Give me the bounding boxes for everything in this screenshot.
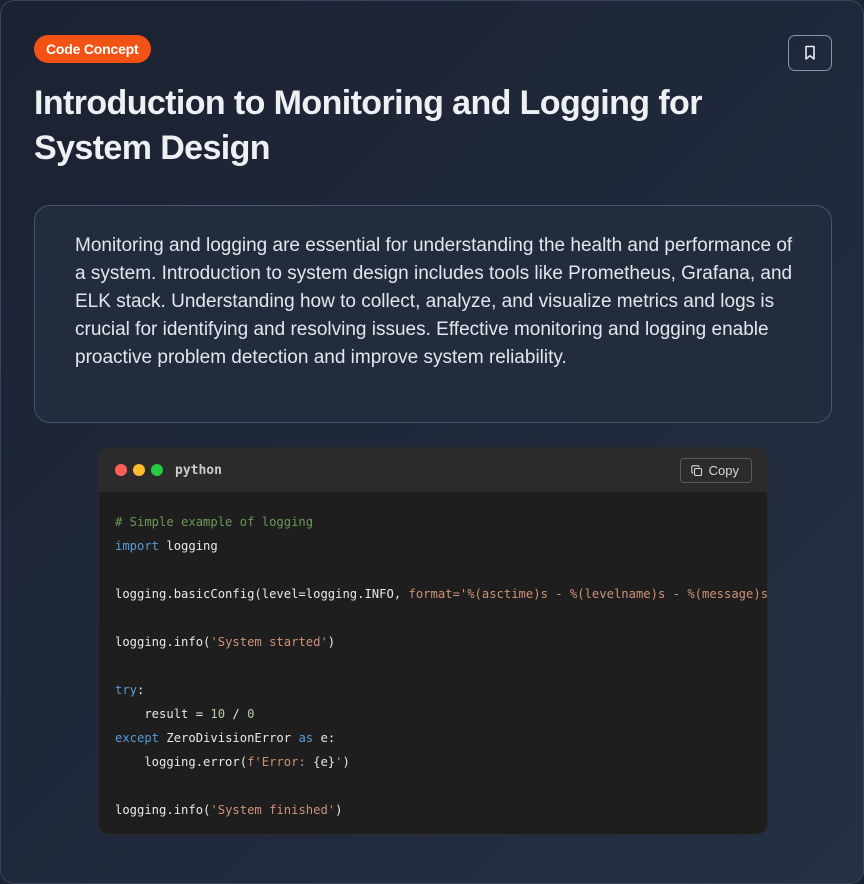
code-token: except [115,731,160,745]
concept-card: Code Concept Introduction to Monitoring … [0,0,864,884]
code-token: 'System started' [210,635,328,649]
code-token: / [225,707,248,721]
code-token: logging.basicConfig(level=logging.INFO, [115,587,409,601]
code-token: e: [313,731,336,745]
code-token: : [137,683,145,697]
code-token: logging.info( [115,635,211,649]
code-line: result = 10 / 0 [115,702,751,726]
code-line: except ZeroDivisionError as e: [115,726,751,750]
code-line: import logging [115,534,751,558]
code-line: logging.basicConfig(level=logging.INFO, … [115,582,767,606]
code-header: python Copy [99,448,767,492]
code-token: import [115,539,160,553]
code-token: logging.error( [115,755,248,769]
code-token: ZeroDivisionError [159,731,299,745]
code-line: logging.info('System started') [115,630,751,654]
code-token: {e} [313,755,336,769]
page-title: Introduction to Monitoring and Logging f… [34,84,702,167]
code-line: logging.error(f'Error: {e}') [115,750,751,774]
code-token: ) [327,635,336,649]
bookmark-button[interactable] [788,35,832,71]
code-block: python Copy # Simple example of logging i… [98,447,768,835]
copy-button-label: Copy [708,463,739,478]
code-token: ) [335,803,343,817]
window-dot-yellow [133,464,145,476]
code-token: as [298,731,314,745]
description-text: Monitoring and logging are essential for… [75,235,793,368]
copy-button[interactable]: Copy [679,458,752,483]
code-token: logging [159,539,218,553]
code-token: format='%(asctime)s - %(levelname)s - %(… [408,587,768,601]
copy-icon [690,464,703,477]
code-token: # Simple example of logging [115,515,314,529]
window-dot-green [151,464,163,476]
code-token: try [115,683,138,697]
description-panel: Monitoring and logging are essential for… [34,205,832,423]
code-token: ) [342,755,350,769]
code-line: logging.info('System finished') [115,798,751,822]
code-token: result = [115,707,211,721]
code-token: 0 [247,707,255,721]
code-token: f'Error: [247,755,314,769]
code-token: 'System finished' [210,803,336,817]
code-line: # Simple example of logging [115,510,751,534]
category-badge: Code Concept [34,35,151,63]
code-line: try: [115,678,751,702]
code-content: # Simple example of logging import loggin… [99,492,767,822]
code-language-label: python [175,462,222,478]
window-dot-red [115,464,127,476]
code-token: logging.info( [115,803,211,817]
bookmark-icon [803,45,817,61]
code-token: 10 [210,707,226,721]
